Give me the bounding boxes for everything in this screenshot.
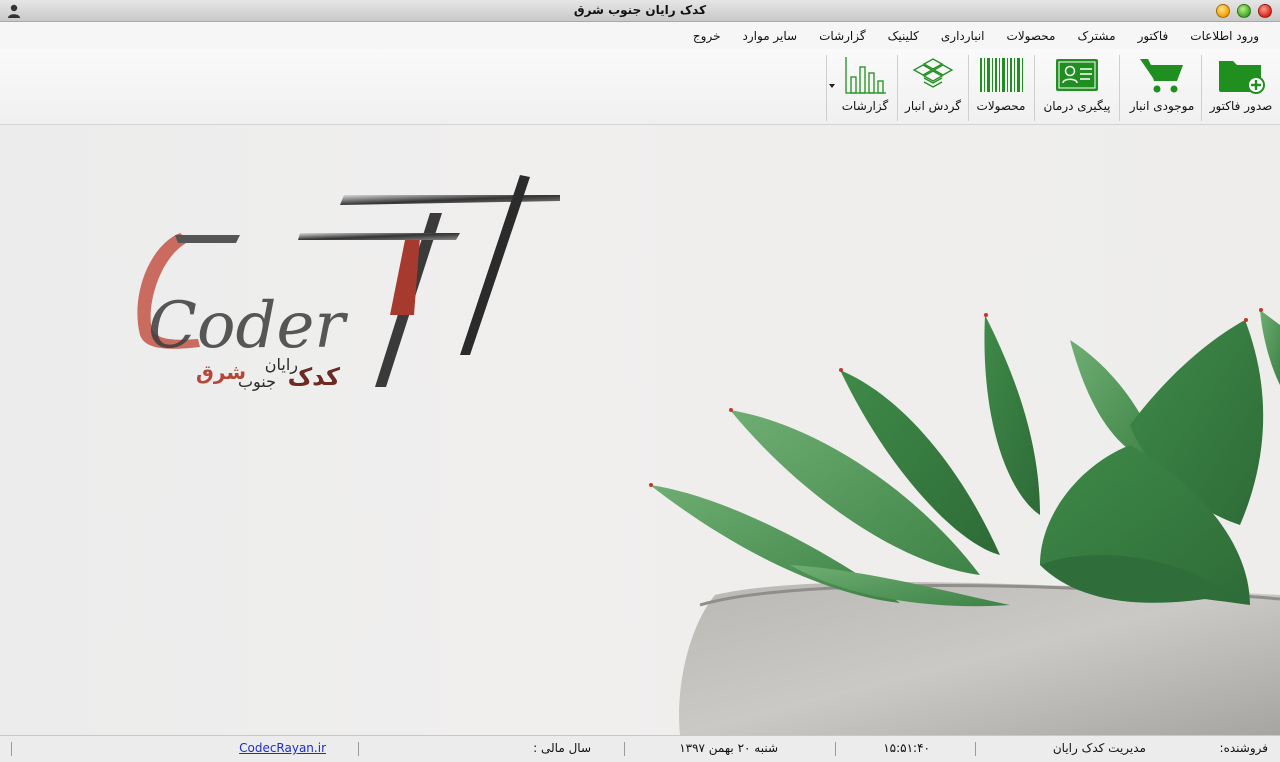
menu-customer[interactable]: مشترک	[1066, 29, 1126, 43]
title-bar: کدک رایان جنوب شرق	[0, 0, 1280, 22]
menu-products[interactable]: محصولات	[996, 29, 1067, 43]
reports-button[interactable]: گزارشات	[838, 53, 892, 123]
menu-exit[interactable]: خروج	[682, 29, 732, 43]
menu-invoice[interactable]: فاکتور	[1127, 29, 1180, 43]
issue-invoice-button[interactable]: صدور فاکتور	[1206, 53, 1276, 123]
status-bar: فروشنده: مدیریت کدک رایان ۱۵:۵۱:۴۰ شنبه …	[0, 735, 1280, 762]
succulent-plant-image	[649, 308, 1280, 735]
barcode-icon	[980, 58, 1023, 92]
window-title: کدک رایان جنوب شرق	[573, 3, 707, 17]
treatment-followup-button[interactable]: پیگیری درمان	[1040, 53, 1114, 123]
menu-reports[interactable]: گزارشات	[808, 29, 876, 43]
current-date: شنبه ۲۰ بهمن ۱۳۹۷	[679, 741, 778, 755]
seller-label: فروشنده:	[1219, 741, 1268, 755]
clock-time: ۱۵:۵۱:۴۰	[883, 741, 930, 755]
website-link[interactable]: CodecRayan.ir	[239, 741, 326, 755]
warehouse-turnover-label: گردش انبار	[905, 99, 961, 113]
menu-clinic[interactable]: کلینیک	[877, 29, 930, 43]
warehouse-turnover-button[interactable]: گردش انبار	[902, 53, 964, 123]
seller-value: مدیریت کدک رایان	[1052, 741, 1146, 755]
bar-chart-icon	[845, 57, 886, 94]
menu-other[interactable]: سایر موارد	[732, 29, 809, 43]
reports-label: گزارشات	[841, 99, 889, 113]
background-art: Coder کدک رایان جنوب شرق	[137, 175, 1280, 735]
logo-text-fa-4: شرق	[196, 360, 246, 384]
products-button[interactable]: محصولات	[972, 53, 1030, 123]
close-button[interactable]	[1258, 4, 1272, 18]
issue-invoice-label: صدور فاکتور	[1209, 99, 1273, 113]
folder-add-icon	[1219, 61, 1265, 94]
minimize-button[interactable]	[1216, 4, 1230, 18]
logo-text-en: Coder	[148, 289, 348, 363]
products-label: محصولات	[976, 99, 1026, 113]
main-background: Coder کدک رایان جنوب شرق	[0, 125, 1280, 735]
treatment-followup-label: پیگیری درمان	[1043, 99, 1111, 113]
warehouse-stock-button[interactable]: موجودی انبار	[1126, 53, 1198, 123]
boxes-icon	[912, 58, 954, 88]
menu-bar: ورود اطلاعات فاکتور مشترک محصولات انبارد…	[0, 22, 1280, 49]
toolbar-overflow-arrow-icon[interactable]	[829, 84, 835, 88]
warehouse-stock-label: موجودی انبار	[1129, 99, 1195, 113]
menu-warehouse[interactable]: انبارداری	[930, 29, 996, 43]
fiscal-year-label: سال مالی :	[533, 741, 591, 755]
patient-card-icon	[1056, 59, 1098, 91]
maximize-button[interactable]	[1237, 4, 1251, 18]
toolbar: صدور فاکتور موجودی انبار پیگیری درمان مح…	[0, 49, 1280, 125]
shopping-cart-icon	[1140, 59, 1183, 93]
menu-data-entry[interactable]: ورود اطلاعات	[1179, 29, 1270, 43]
